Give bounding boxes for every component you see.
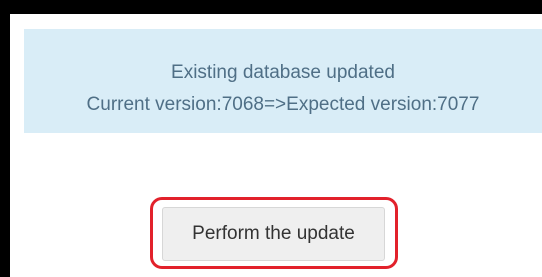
banner-message: Existing database updated — [171, 62, 395, 83]
perform-update-button[interactable]: Perform the update — [162, 207, 385, 261]
version-info: Current version:7068=>Expected version:7… — [86, 94, 480, 115]
dialog-frame: Existing database updated Current versio… — [10, 14, 542, 277]
info-banner: Existing database updated Current versio… — [24, 29, 542, 133]
